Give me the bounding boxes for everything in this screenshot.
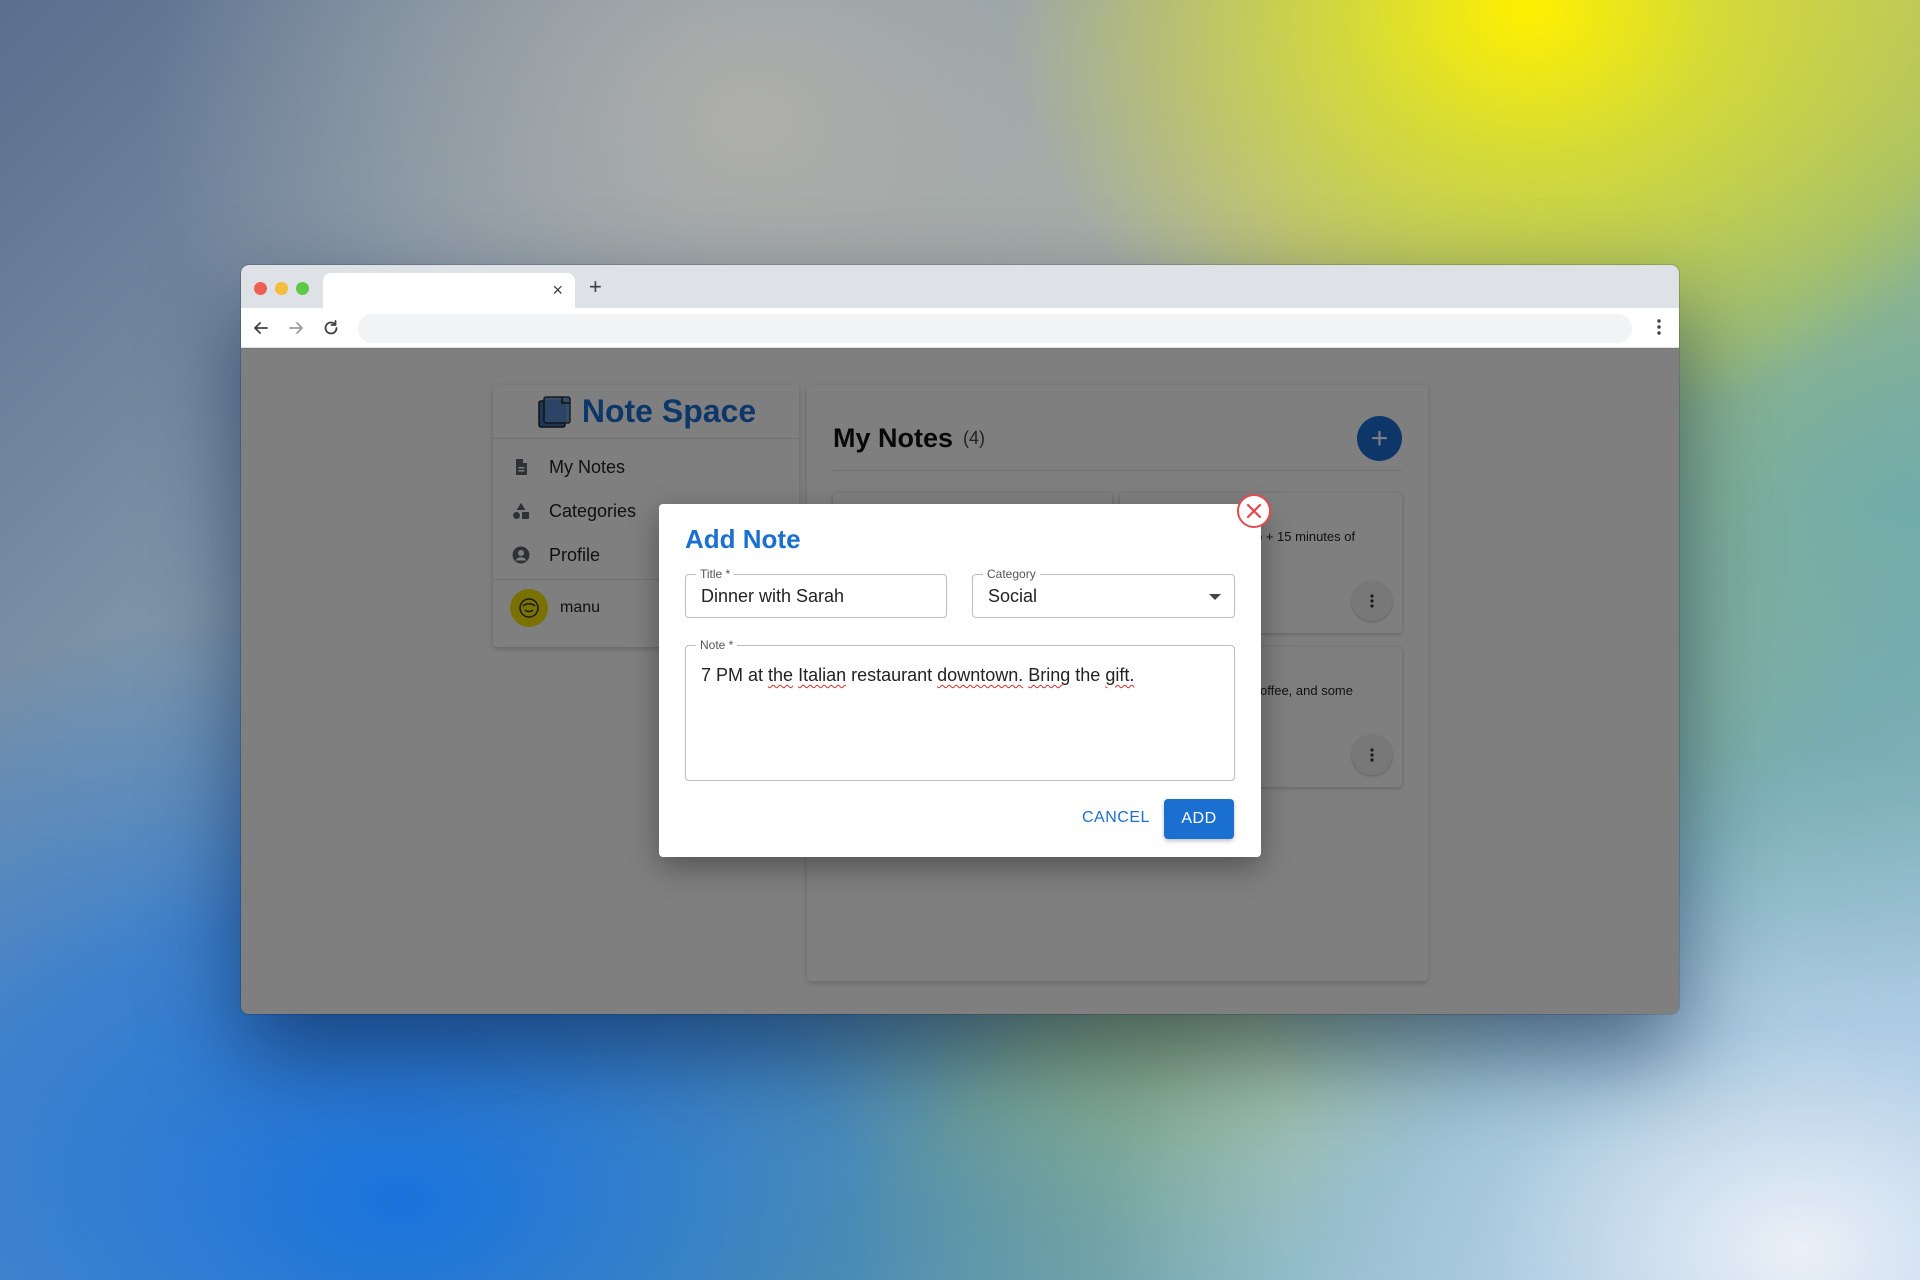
title-field[interactable]: Title * Dinner with Sarah <box>685 566 947 618</box>
maximize-window-button[interactable] <box>296 282 309 295</box>
category-field-label: Category <box>983 566 1040 582</box>
minimize-window-button[interactable] <box>275 282 288 295</box>
category-select[interactable]: Category Social <box>972 566 1235 618</box>
more-vert-icon[interactable] <box>1657 319 1661 335</box>
dialog-title: Add Note <box>685 524 801 554</box>
close-dialog-button[interactable] <box>1237 494 1271 528</box>
window-controls <box>254 282 309 295</box>
address-bar[interactable] <box>358 314 1632 343</box>
tab-close-icon[interactable]: × <box>552 280 563 300</box>
cancel-button[interactable]: CANCEL <box>1070 799 1162 837</box>
chevron-down-icon <box>1209 594 1221 600</box>
add-note-dialog: Add Note Title * Dinner with Sarah Categ… <box>659 494 1271 857</box>
back-arrow-icon[interactable] <box>251 318 271 338</box>
close-window-button[interactable] <box>254 282 267 295</box>
title-input[interactable]: Dinner with Sarah <box>701 586 844 607</box>
browser-tab[interactable]: × <box>323 273 575 308</box>
note-field-label: Note * <box>696 637 738 653</box>
page-viewport: Note Space My Notes Categories Profile m… <box>241 349 1679 1014</box>
close-icon <box>1246 503 1262 519</box>
note-field[interactable]: Note * 7 PM at the Italian restaurant do… <box>685 637 1235 781</box>
note-textarea[interactable]: 7 PM at the Italian restaurant downtown.… <box>701 665 1134 686</box>
new-tab-button[interactable]: + <box>589 275 602 299</box>
browser-window: × + Note Space My Notes <box>241 265 1679 1014</box>
browser-toolbar <box>241 308 1679 348</box>
category-value: Social <box>988 586 1038 606</box>
title-field-label: Title * <box>696 566 735 582</box>
add-button[interactable]: ADD <box>1164 799 1234 839</box>
forward-arrow-icon[interactable] <box>286 318 306 338</box>
tab-bar: × + <box>241 265 1679 308</box>
reload-icon[interactable] <box>321 318 341 338</box>
